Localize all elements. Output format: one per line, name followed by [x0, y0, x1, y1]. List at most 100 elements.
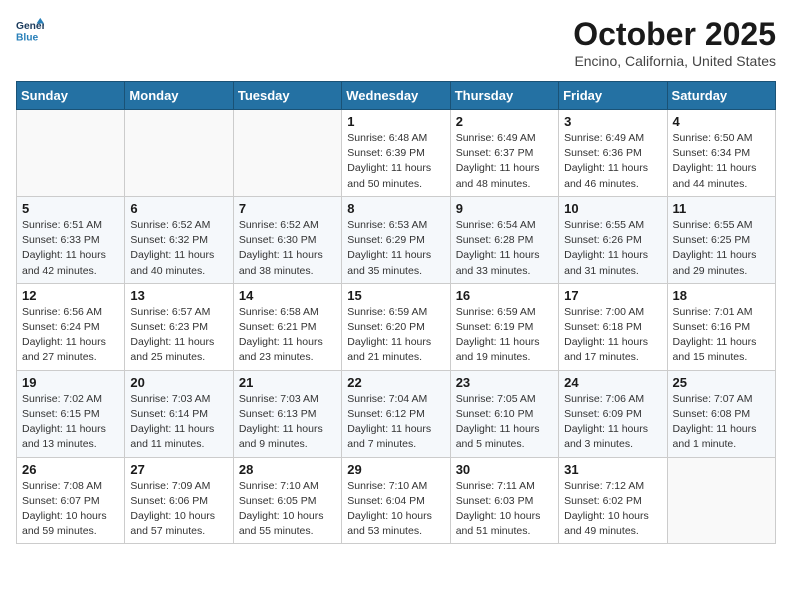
calendar-cell: 15Sunrise: 6:59 AMSunset: 6:20 PMDayligh…: [342, 283, 450, 370]
day-info: Sunrise: 7:07 AMSunset: 6:08 PMDaylight:…: [673, 392, 770, 453]
day-info: Sunrise: 6:55 AMSunset: 6:25 PMDaylight:…: [673, 218, 770, 279]
calendar-cell: 8 Sunrise: 6:53 AMSunset: 6:29 PMDaylight…: [342, 196, 450, 283]
calendar-cell: [17, 110, 125, 197]
calendar-cell: 28Sunrise: 7:10 AMSunset: 6:05 PMDayligh…: [233, 457, 341, 544]
calendar-cell: 31Sunrise: 7:12 AMSunset: 6:02 PMDayligh…: [559, 457, 667, 544]
day-info: Sunrise: 6:50 AMSunset: 6:34 PMDaylight:…: [673, 131, 770, 192]
calendar-cell: 19 Sunrise: 7:02 AMSunset: 6:15 PMDayligh…: [17, 370, 125, 457]
calendar-week-row: 1 Sunrise: 6:48 AMSunset: 6:39 PMDaylight…: [17, 110, 776, 197]
day-number: 22: [347, 375, 444, 390]
calendar-cell: 29 Sunrise: 7:10 AMSunset: 6:04 PMDayligh…: [342, 457, 450, 544]
page-header: General Blue October 2025 Encino, Califo…: [16, 16, 776, 69]
day-info: Sunrise: 7:09 AMSunset: 6:06 PMDaylight:…: [130, 479, 227, 540]
calendar-cell: 11Sunrise: 6:55 AMSunset: 6:25 PMDayligh…: [667, 196, 775, 283]
day-info: Sunrise: 6:58 AMSunset: 6:21 PMDaylight:…: [239, 305, 336, 366]
day-info: Sunrise: 6:55 AMSunset: 6:26 PMDaylight:…: [564, 218, 661, 279]
calendar-cell: 23Sunrise: 7:05 AMSunset: 6:10 PMDayligh…: [450, 370, 558, 457]
calendar-cell: [125, 110, 233, 197]
day-number: 17: [564, 288, 661, 303]
calendar-cell: 12 Sunrise: 6:56 AMSunset: 6:24 PMDayligh…: [17, 283, 125, 370]
calendar-week-row: 5 Sunrise: 6:51 AMSunset: 6:33 PMDaylight…: [17, 196, 776, 283]
calendar-week-row: 26 Sunrise: 7:08 AMSunset: 6:07 PMDayligh…: [17, 457, 776, 544]
day-number: 3: [564, 114, 661, 129]
day-info: Sunrise: 7:11 AMSunset: 6:03 PMDaylight:…: [456, 479, 553, 540]
calendar-cell: 14 Sunrise: 6:58 AMSunset: 6:21 PMDayligh…: [233, 283, 341, 370]
calendar-cell: [233, 110, 341, 197]
day-number: 10: [564, 201, 661, 216]
day-info: Sunrise: 7:03 AMSunset: 6:13 PMDaylight:…: [239, 392, 336, 453]
weekday-header: Sunday: [17, 82, 125, 110]
day-info: Sunrise: 6:59 AMSunset: 6:19 PMDaylight:…: [456, 305, 553, 366]
day-number: 1: [347, 114, 444, 129]
day-number: 29: [347, 462, 444, 477]
day-number: 19: [22, 375, 119, 390]
title-block: October 2025 Encino, California, United …: [573, 16, 776, 69]
day-info: Sunrise: 6:51 AMSunset: 6:33 PMDaylight:…: [22, 218, 119, 279]
day-number: 12: [22, 288, 119, 303]
day-number: 9: [456, 201, 553, 216]
location-subtitle: Encino, California, United States: [573, 53, 776, 69]
day-number: 21: [239, 375, 336, 390]
calendar-cell: 3Sunrise: 6:49 AMSunset: 6:36 PMDaylight…: [559, 110, 667, 197]
calendar-cell: 20Sunrise: 7:03 AMSunset: 6:14 PMDayligh…: [125, 370, 233, 457]
calendar-cell: 1 Sunrise: 6:48 AMSunset: 6:39 PMDaylight…: [342, 110, 450, 197]
day-number: 5: [22, 201, 119, 216]
calendar-cell: 30 Sunrise: 7:11 AMSunset: 6:03 PMDayligh…: [450, 457, 558, 544]
day-info: Sunrise: 7:10 AMSunset: 6:04 PMDaylight:…: [347, 479, 444, 540]
day-info: Sunrise: 7:02 AMSunset: 6:15 PMDaylight:…: [22, 392, 119, 453]
day-number: 25: [673, 375, 770, 390]
day-number: 13: [130, 288, 227, 303]
day-info: Sunrise: 7:03 AMSunset: 6:14 PMDaylight:…: [130, 392, 227, 453]
day-info: Sunrise: 6:52 AMSunset: 6:32 PMDaylight:…: [130, 218, 227, 279]
day-number: 30: [456, 462, 553, 477]
day-info: Sunrise: 6:53 AMSunset: 6:29 PMDaylight:…: [347, 218, 444, 279]
day-info: Sunrise: 7:00 AMSunset: 6:18 PMDaylight:…: [564, 305, 661, 366]
day-number: 14: [239, 288, 336, 303]
calendar-cell: 2 Sunrise: 6:49 AMSunset: 6:37 PMDaylight…: [450, 110, 558, 197]
day-number: 18: [673, 288, 770, 303]
day-number: 6: [130, 201, 227, 216]
calendar-cell: 17 Sunrise: 7:00 AMSunset: 6:18 PMDayligh…: [559, 283, 667, 370]
day-info: Sunrise: 6:52 AMSunset: 6:30 PMDaylight:…: [239, 218, 336, 279]
calendar-cell: 13Sunrise: 6:57 AMSunset: 6:23 PMDayligh…: [125, 283, 233, 370]
calendar-cell: 24Sunrise: 7:06 AMSunset: 6:09 PMDayligh…: [559, 370, 667, 457]
weekday-header: Saturday: [667, 82, 775, 110]
weekday-header: Tuesday: [233, 82, 341, 110]
day-info: Sunrise: 6:49 AMSunset: 6:37 PMDaylight:…: [456, 131, 553, 192]
day-number: 2: [456, 114, 553, 129]
calendar-cell: 7 Sunrise: 6:52 AMSunset: 6:30 PMDaylight…: [233, 196, 341, 283]
calendar-cell: 21 Sunrise: 7:03 AMSunset: 6:13 PMDayligh…: [233, 370, 341, 457]
day-info: Sunrise: 6:48 AMSunset: 6:39 PMDaylight:…: [347, 131, 444, 192]
day-info: Sunrise: 7:01 AMSunset: 6:16 PMDaylight:…: [673, 305, 770, 366]
day-number: 28: [239, 462, 336, 477]
calendar-cell: 9Sunrise: 6:54 AMSunset: 6:28 PMDaylight…: [450, 196, 558, 283]
day-number: 31: [564, 462, 661, 477]
day-info: Sunrise: 6:56 AMSunset: 6:24 PMDaylight:…: [22, 305, 119, 366]
day-number: 7: [239, 201, 336, 216]
weekday-header: Friday: [559, 82, 667, 110]
day-info: Sunrise: 7:08 AMSunset: 6:07 PMDaylight:…: [22, 479, 119, 540]
month-title: October 2025: [573, 16, 776, 53]
calendar-cell: [667, 457, 775, 544]
calendar-cell: 27Sunrise: 7:09 AMSunset: 6:06 PMDayligh…: [125, 457, 233, 544]
calendar-week-row: 12 Sunrise: 6:56 AMSunset: 6:24 PMDayligh…: [17, 283, 776, 370]
logo: General Blue: [16, 16, 44, 44]
weekday-header: Thursday: [450, 82, 558, 110]
calendar-cell: 6 Sunrise: 6:52 AMSunset: 6:32 PMDaylight…: [125, 196, 233, 283]
day-number: 24: [564, 375, 661, 390]
calendar-cell: 18 Sunrise: 7:01 AMSunset: 6:16 PMDayligh…: [667, 283, 775, 370]
calendar-cell: 5 Sunrise: 6:51 AMSunset: 6:33 PMDaylight…: [17, 196, 125, 283]
day-number: 26: [22, 462, 119, 477]
calendar-cell: 10 Sunrise: 6:55 AMSunset: 6:26 PMDayligh…: [559, 196, 667, 283]
day-number: 8: [347, 201, 444, 216]
day-number: 16: [456, 288, 553, 303]
day-info: Sunrise: 7:05 AMSunset: 6:10 PMDaylight:…: [456, 392, 553, 453]
weekday-header: Wednesday: [342, 82, 450, 110]
calendar-week-row: 19 Sunrise: 7:02 AMSunset: 6:15 PMDayligh…: [17, 370, 776, 457]
day-number: 15: [347, 288, 444, 303]
logo-icon: General Blue: [16, 16, 44, 44]
calendar-cell: 22 Sunrise: 7:04 AMSunset: 6:12 PMDayligh…: [342, 370, 450, 457]
day-info: Sunrise: 7:04 AMSunset: 6:12 PMDaylight:…: [347, 392, 444, 453]
calendar-cell: 16 Sunrise: 6:59 AMSunset: 6:19 PMDayligh…: [450, 283, 558, 370]
calendar-cell: 25 Sunrise: 7:07 AMSunset: 6:08 PMDayligh…: [667, 370, 775, 457]
